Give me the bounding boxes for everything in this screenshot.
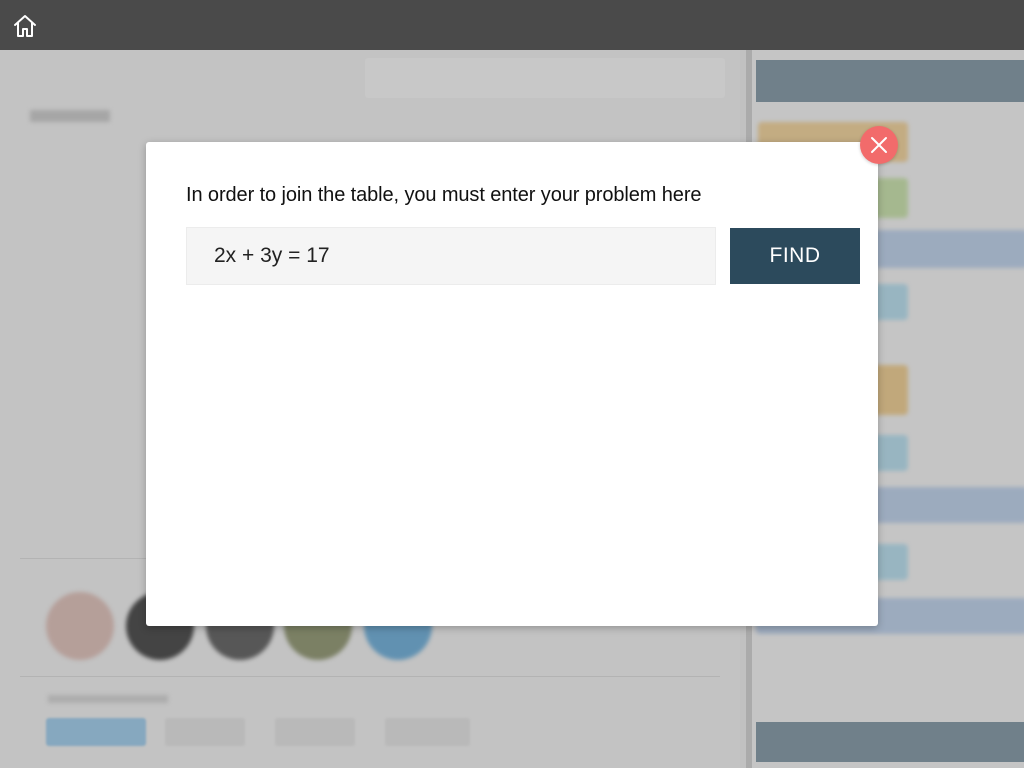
home-button[interactable] — [10, 11, 40, 41]
join-table-dialog: In order to join the table, you must ent… — [146, 142, 878, 626]
problem-input[interactable] — [186, 227, 716, 285]
close-icon — [871, 137, 887, 153]
find-button[interactable]: FIND — [730, 228, 860, 284]
top-bar — [0, 0, 1024, 50]
close-dialog-button[interactable] — [860, 126, 898, 164]
home-icon — [14, 15, 36, 37]
dialog-prompt: In order to join the table, you must ent… — [186, 184, 702, 206]
